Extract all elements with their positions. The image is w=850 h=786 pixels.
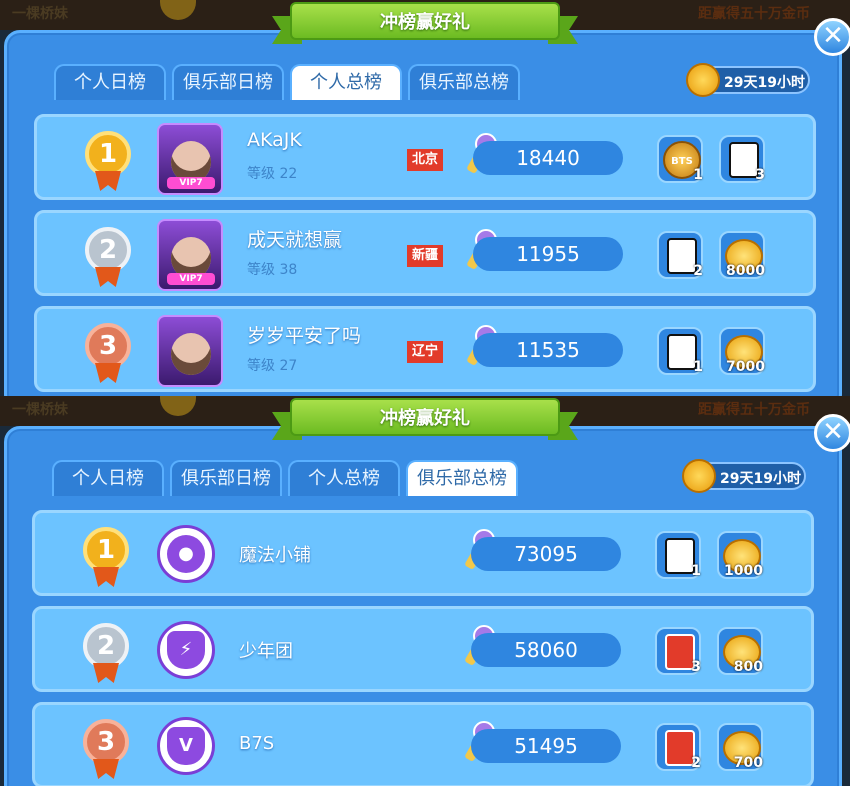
player-name: 岁岁平安了吗 xyxy=(247,325,362,347)
score-value: 58060 xyxy=(471,633,621,667)
close-button[interactable]: ✕ xyxy=(814,414,850,452)
region-badge: 新疆 xyxy=(407,245,443,267)
background-label-left: 一棵桥妹 xyxy=(12,402,68,418)
player-name: 成天就想赢 xyxy=(247,229,343,251)
tab-bar: 个人日榜 俱乐部日榜 个人总榜 俱乐部总榜 xyxy=(52,460,518,496)
reward-card[interactable]: 2 xyxy=(655,723,701,771)
reward-card[interactable]: 2 xyxy=(657,231,703,279)
leaderboard-panel-personal-total: 一棵桥妹 距赢得五十万金币 冲榜赢好礼 ✕ 个人日榜 俱乐部日榜 个人总榜 俱乐… xyxy=(0,0,850,396)
avatar[interactable]: VIP7 xyxy=(157,123,223,195)
bronze-medal-icon: 3 xyxy=(83,719,133,781)
title-banner: 冲榜赢好礼 xyxy=(272,2,578,46)
reward-coin[interactable]: 700 xyxy=(717,723,763,771)
countdown-timer: 29天19小时 xyxy=(682,459,806,493)
gold-medal-icon: 1 xyxy=(85,131,135,193)
club-emblem-icon[interactable]: V xyxy=(157,717,215,775)
tab-personal-total[interactable]: 个人总榜 xyxy=(290,64,402,100)
score-value: 11955 xyxy=(473,237,623,271)
ranking-row[interactable]: 3 岁岁平安了吗 等级 27 辽宁 11535 1 7000 xyxy=(34,306,816,392)
score-value: 73095 xyxy=(471,537,621,571)
ranking-row[interactable]: 1 ● 魔法小铺 73095 1 1000 xyxy=(32,510,814,596)
title-banner: 冲榜赢好礼 xyxy=(272,398,578,442)
countdown-text: 29天19小时 xyxy=(724,75,805,91)
reward-card[interactable]: 1 xyxy=(657,327,703,375)
club-name: 少年团 xyxy=(239,641,293,662)
countdown-text: 29天19小时 xyxy=(720,471,801,487)
ranking-row[interactable]: 1 VIP7 AKaJK 等级 22 北京 18440 BTS 1 3 xyxy=(34,114,816,200)
club-emblem-icon[interactable]: ● xyxy=(157,525,215,583)
reward-coin[interactable]: 1000 xyxy=(717,531,763,579)
banner-title: 冲榜赢好礼 xyxy=(380,408,470,429)
leaderboard-panel-club-total: 一棵桥妹 距赢得五十万金币 冲榜赢好礼 ✕ 个人日榜 俱乐部日榜 个人总榜 俱乐… xyxy=(0,396,850,786)
ranking-row[interactable]: 2 ⚡ 少年团 58060 3 800 xyxy=(32,606,814,692)
gold-medal-icon: 1 xyxy=(83,527,133,589)
tab-personal-total[interactable]: 个人总榜 xyxy=(288,460,400,496)
score-value: 51495 xyxy=(471,729,621,763)
reward-card[interactable]: 3 xyxy=(655,627,701,675)
reward-card[interactable]: 1 xyxy=(655,531,701,579)
silver-medal-icon: 2 xyxy=(85,227,135,289)
player-level: 等级 22 xyxy=(247,166,298,182)
score-value: 18440 xyxy=(473,141,623,175)
ranking-row[interactable]: 3 V B7S 51495 2 700 xyxy=(32,702,814,786)
banner-title: 冲榜赢好礼 xyxy=(380,12,470,33)
tab-club-daily[interactable]: 俱乐部日榜 xyxy=(172,64,284,100)
tab-personal-daily[interactable]: 个人日榜 xyxy=(54,64,166,100)
countdown-timer: 29天19小时 xyxy=(686,63,810,97)
reward-badge[interactable]: BTS 1 xyxy=(657,135,703,183)
background-label-right: 距赢得五十万金币 xyxy=(698,6,810,22)
ranking-row[interactable]: 2 VIP7 成天就想赢 等级 38 新疆 11955 2 8000 xyxy=(34,210,816,296)
tab-bar: 个人日榜 俱乐部日榜 个人总榜 俱乐部总榜 xyxy=(54,64,520,100)
player-name: AKaJK xyxy=(247,129,302,151)
tab-club-total[interactable]: 俱乐部总榜 xyxy=(408,64,520,100)
reward-coin[interactable]: 8000 xyxy=(719,231,765,279)
stopwatch-icon xyxy=(686,63,720,97)
reward-coin[interactable]: 800 xyxy=(717,627,763,675)
stopwatch-icon xyxy=(682,459,716,493)
player-level: 等级 27 xyxy=(247,358,298,374)
avatar[interactable]: VIP7 xyxy=(157,219,223,291)
tab-personal-daily[interactable]: 个人日榜 xyxy=(52,460,164,496)
reward-card[interactable]: 3 xyxy=(719,135,765,183)
avatar[interactable] xyxy=(157,315,223,387)
tab-club-total[interactable]: 俱乐部总榜 xyxy=(406,460,518,496)
club-name: 魔法小铺 xyxy=(239,545,311,566)
bronze-medal-icon: 3 xyxy=(85,323,135,385)
background-coin-icon xyxy=(160,396,196,416)
background-label-left: 一棵桥妹 xyxy=(12,6,68,22)
club-name: B7S xyxy=(239,733,275,754)
tab-club-daily[interactable]: 俱乐部日榜 xyxy=(170,460,282,496)
background-label-right: 距赢得五十万金币 xyxy=(698,402,810,418)
region-badge: 北京 xyxy=(407,149,443,171)
club-emblem-icon[interactable]: ⚡ xyxy=(157,621,215,679)
silver-medal-icon: 2 xyxy=(83,623,133,685)
background-coin-icon xyxy=(160,0,196,20)
score-value: 11535 xyxy=(473,333,623,367)
close-button[interactable]: ✕ xyxy=(814,18,850,56)
player-level: 等级 38 xyxy=(247,262,298,278)
reward-coin[interactable]: 7000 xyxy=(719,327,765,375)
region-badge: 辽宁 xyxy=(407,341,443,363)
